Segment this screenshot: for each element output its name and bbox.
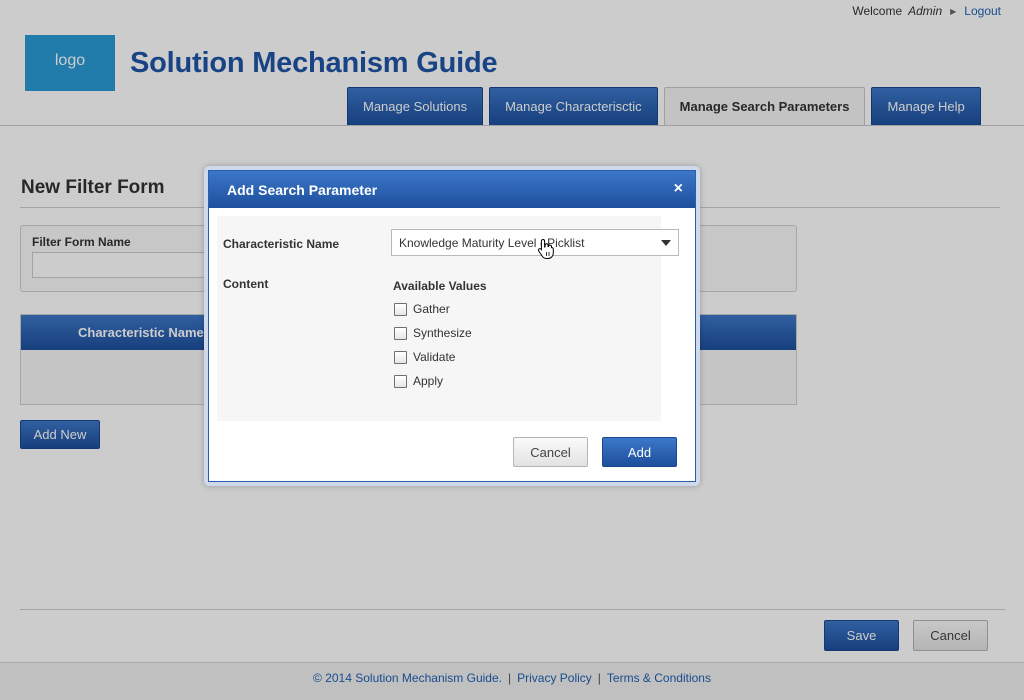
value-label: Apply bbox=[413, 374, 444, 388]
characteristic-name-label: Characteristic Name bbox=[223, 237, 340, 251]
checkbox-gather[interactable] bbox=[394, 302, 407, 316]
characteristic-name-select[interactable]: Knowledge Maturity Level - Picklist bbox=[391, 229, 679, 256]
available-values-label: Available Values bbox=[393, 279, 487, 293]
value-label: Gather bbox=[413, 302, 450, 316]
checkbox-synthesize[interactable] bbox=[394, 326, 407, 340]
checkbox-apply[interactable] bbox=[394, 374, 407, 388]
value-label: Synthesize bbox=[413, 326, 472, 340]
close-icon[interactable]: × bbox=[674, 180, 683, 198]
value-label: Validate bbox=[413, 350, 456, 364]
value-option-validate[interactable]: Validate bbox=[394, 350, 455, 364]
value-option-apply[interactable]: Apply bbox=[394, 374, 443, 388]
dialog-title: Add Search Parameter bbox=[227, 181, 378, 198]
dialog-cancel-button[interactable]: Cancel bbox=[513, 437, 588, 467]
add-search-parameter-dialog: Add Search Parameter × Characteristic Na… bbox=[204, 166, 700, 486]
dialog-header: Add Search Parameter × bbox=[209, 171, 695, 208]
value-option-synthesize[interactable]: Synthesize bbox=[394, 326, 472, 340]
dialog-panel: Add Search Parameter × Characteristic Na… bbox=[208, 170, 696, 482]
value-option-gather[interactable]: Gather bbox=[394, 302, 450, 316]
chevron-down-icon bbox=[661, 240, 671, 246]
checkbox-validate[interactable] bbox=[394, 350, 407, 364]
hand-cursor-icon bbox=[537, 238, 554, 259]
dialog-add-button[interactable]: Add bbox=[602, 437, 677, 467]
characteristic-name-selected-value: Knowledge Maturity Level - Picklist bbox=[399, 235, 585, 250]
content-label: Content bbox=[223, 277, 269, 291]
